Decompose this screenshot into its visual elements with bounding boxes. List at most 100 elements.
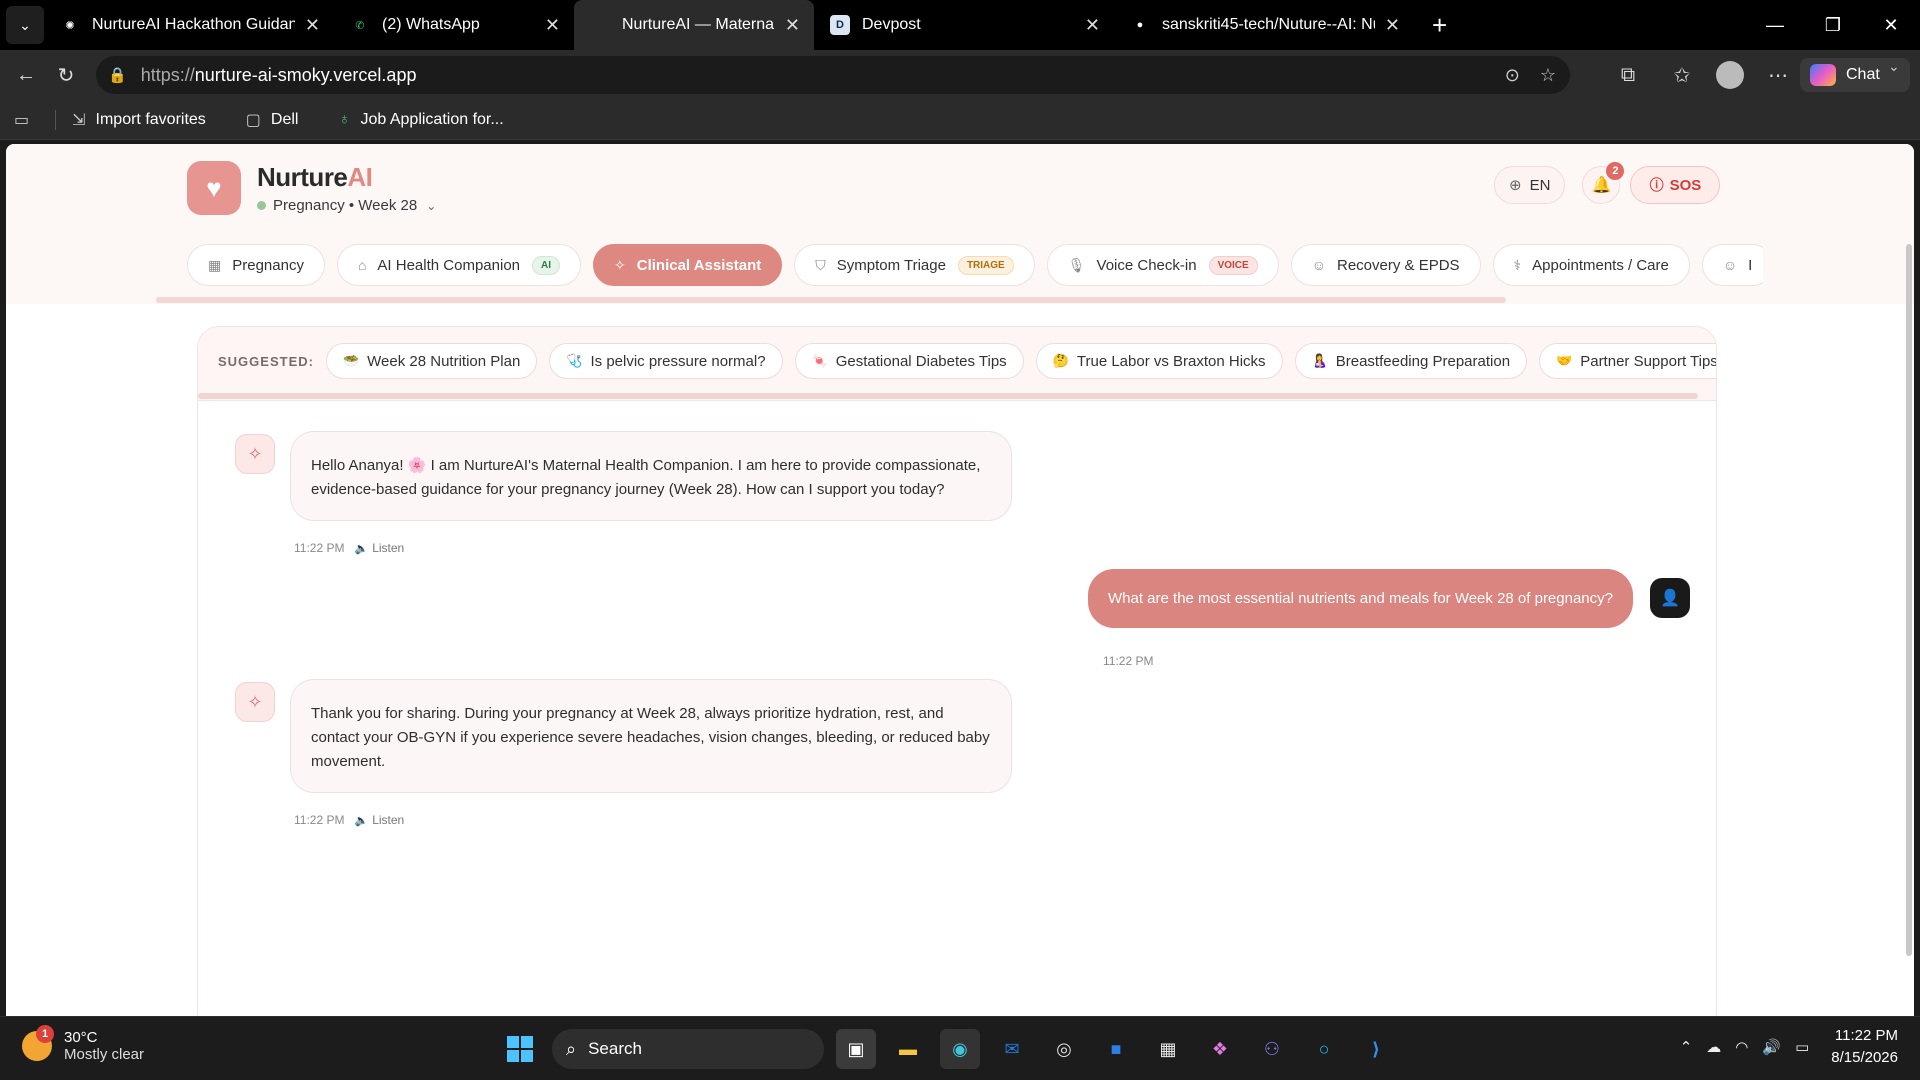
suggestion-emoji-icon: 🍬 xyxy=(811,353,828,368)
wifi-icon[interactable]: ◠ xyxy=(1735,1038,1748,1056)
alexa-icon[interactable]: ○ xyxy=(1304,1029,1344,1069)
more-menu-icon[interactable]: ⋯ xyxy=(1758,55,1798,95)
close-tab-icon[interactable]: ✕ xyxy=(785,15,800,36)
task-view-icon[interactable]: ▣ xyxy=(836,1029,876,1069)
close-tab-icon[interactable]: ✕ xyxy=(305,15,320,36)
app-icon[interactable]: ■ xyxy=(1096,1029,1136,1069)
profile-avatar[interactable] xyxy=(1716,61,1744,89)
suggestion-chip[interactable]: 🩺 Is pelvic pressure normal? xyxy=(549,343,783,379)
chat-dropdown-icon[interactable]: ⌄ xyxy=(1888,58,1900,75)
language-button[interactable]: ⊕ EN xyxy=(1494,166,1566,204)
vscode-icon[interactable]: ⟩ xyxy=(1356,1029,1396,1069)
assistant-avatar-icon: ✧ xyxy=(235,682,275,722)
search-icon: ⌕ xyxy=(566,1038,577,1059)
outlook-icon[interactable]: ✉ xyxy=(992,1029,1032,1069)
store-icon[interactable]: ▦ xyxy=(1148,1029,1188,1069)
browser-tab[interactable]: ✆ (2) WhatsApp ✕ xyxy=(334,0,574,50)
weather-widget[interactable]: 1 30°C Mostly clear xyxy=(22,1025,144,1063)
language-label: EN xyxy=(1529,176,1551,194)
suggestions-scrollbar[interactable] xyxy=(198,393,1698,399)
teams-icon[interactable]: ⚇ xyxy=(1252,1029,1292,1069)
nav-scrollbar[interactable] xyxy=(156,297,1506,303)
edge-icon[interactable]: ◉ xyxy=(940,1029,980,1069)
restore-icon[interactable]: ❐ xyxy=(1804,15,1862,36)
start-button[interactable] xyxy=(500,1029,540,1069)
browser-tab[interactable]: ⊕ NurtureAI — Maternal Health, Fetal ✕ xyxy=(574,0,814,50)
nav-tab[interactable]: ▦ Pregnancy xyxy=(187,244,325,286)
listen-button[interactable]: 🔈 Listen xyxy=(354,541,404,555)
nav-tag-badge: TRIAGE xyxy=(957,255,1014,275)
stethoscope-icon: ⚕ xyxy=(1513,256,1522,273)
page-scrollbar[interactable] xyxy=(1906,244,1912,956)
tab-title: NurtureAI Hackathon Guidance xyxy=(92,16,295,33)
alert-circle-icon: ⓘ xyxy=(1649,177,1664,193)
favorite-star-icon[interactable]: ☆ xyxy=(1540,65,1556,86)
taskbar-search[interactable]: ⌕ Search xyxy=(552,1029,824,1069)
mic-icon: 🎙 xyxy=(1067,256,1086,273)
listen-button[interactable]: 🔈 Listen xyxy=(354,813,404,827)
battery-icon[interactable]: ▭ xyxy=(1795,1038,1809,1056)
nav-tab-label: AI Health Companion xyxy=(377,256,521,274)
suggestion-label: Breastfeeding Preparation xyxy=(1335,352,1511,370)
user-message: What are the most essential nutrients an… xyxy=(1088,569,1633,628)
file-explorer-icon[interactable]: ▬ xyxy=(888,1029,928,1069)
suggestion-chip[interactable]: 🤝 Partner Support Tips xyxy=(1539,343,1716,379)
nav-tab[interactable]: ☺ I xyxy=(1701,244,1763,286)
nav-tab[interactable]: ⌂ AI Health Companion AI xyxy=(336,244,582,286)
favorites-icon[interactable]: ✩ xyxy=(1662,55,1702,95)
browser-tab[interactable]: ✺ NurtureAI Hackathon Guidance ✕ xyxy=(44,0,334,50)
close-tab-icon[interactable]: ✕ xyxy=(1085,15,1100,36)
app-header: ♥ NurtureAI Pregnancy • Week 28 ⌄ ⊕ EN 🔔… xyxy=(6,144,1914,304)
bookmark-item[interactable]: ⇲ Import favorites xyxy=(72,110,206,130)
suggestion-chip[interactable]: 🍬 Gestational Diabetes Tips xyxy=(794,343,1024,379)
assistant-message: Thank you for sharing. During your pregn… xyxy=(290,679,1012,793)
face-icon: ☺ xyxy=(1722,257,1738,273)
suggestion-emoji-icon: 🤔 xyxy=(1052,353,1069,368)
nav-tab[interactable]: ⚕ Appointments / Care xyxy=(1492,244,1690,286)
volume-icon[interactable]: 🔊 xyxy=(1762,1038,1781,1056)
sos-button[interactable]: ⓘ SOS xyxy=(1630,166,1721,204)
browser-toolbar: ← ↻ 🔒 https://nurture-ai-smoky.vercel.ap… xyxy=(0,50,1920,100)
close-tab-icon[interactable]: ✕ xyxy=(1385,15,1400,36)
location-icon[interactable]: ⊙ xyxy=(1505,65,1520,86)
nav-tab-label: Clinical Assistant xyxy=(636,256,762,274)
suggestion-chip[interactable]: 🥗 Week 28 Nutrition Plan xyxy=(325,343,538,379)
bookmark-item[interactable]: ▢ Dell xyxy=(246,110,299,130)
nav-tab-label: Recovery & EPDS xyxy=(1337,256,1460,274)
bookmark-item[interactable]: ♁ Job Application for... xyxy=(338,110,503,130)
close-window-icon[interactable]: ✕ xyxy=(1862,15,1920,36)
tab-search-icon[interactable]: ▭ xyxy=(14,110,39,130)
chevron-down-icon: ⌄ xyxy=(426,198,437,213)
nav-tab[interactable]: ✧ Clinical Assistant xyxy=(593,244,783,286)
nav-tab[interactable]: 🎙 Voice Check-in VOICE xyxy=(1046,244,1279,286)
notifications-button[interactable]: 🔔 2 xyxy=(1582,162,1625,204)
suggestion-emoji-icon: 🤝 xyxy=(1556,353,1573,368)
minimize-icon[interactable]: — xyxy=(1746,15,1804,36)
tab-actions-menu-icon[interactable]: ⌄ xyxy=(6,6,44,44)
dell-icon[interactable]: ◎ xyxy=(1044,1029,1084,1069)
extensions-icon[interactable]: ⧉ xyxy=(1608,55,1648,95)
browser-tab[interactable]: ● sanskriti45-tech/Nuture--AI: Nurtu ✕ xyxy=(1114,0,1414,50)
address-bar[interactable]: 🔒 https://nurture-ai-smoky.vercel.app ⊙ … xyxy=(96,56,1570,94)
bookmark-label: Dell xyxy=(270,110,299,128)
stage-selector[interactable]: Pregnancy • Week 28 ⌄ xyxy=(257,197,436,214)
nav-tab[interactable]: ⛉ Symptom Triage TRIAGE xyxy=(794,244,1035,286)
nav-tab-label: Voice Check-in xyxy=(1096,256,1197,274)
back-icon[interactable]: ← xyxy=(6,55,46,95)
close-tab-icon[interactable]: ✕ xyxy=(545,15,560,36)
onedrive-icon[interactable]: ☁ xyxy=(1706,1038,1721,1056)
copilot-app-icon[interactable]: ❖ xyxy=(1200,1029,1240,1069)
new-tab-button[interactable]: + xyxy=(1432,10,1447,41)
clock[interactable]: 11:22 PM 8/15/2026 xyxy=(1831,1025,1898,1069)
refresh-icon[interactable]: ↻ xyxy=(46,55,86,95)
suggestion-emoji-icon: 🩺 xyxy=(566,353,583,368)
stage-label: Pregnancy • Week 28 xyxy=(273,197,418,214)
suggestion-chip[interactable]: 🤱 Breastfeeding Preparation xyxy=(1294,343,1528,379)
site-info-icon[interactable]: 🔒 xyxy=(108,66,127,84)
suggestion-chip[interactable]: 🤔 True Labor vs Braxton Hicks xyxy=(1035,343,1283,379)
tab-title: sanskriti45-tech/Nuture--AI: Nurtu xyxy=(1162,16,1375,33)
url-host: nurture-ai-smoky.vercel.app xyxy=(194,64,417,85)
show-hidden-icons-icon[interactable]: ⌃ xyxy=(1680,1038,1693,1056)
browser-tab[interactable]: D Devpost ✕ xyxy=(814,0,1114,50)
nav-tab[interactable]: ☺ Recovery & EPDS xyxy=(1290,244,1481,286)
